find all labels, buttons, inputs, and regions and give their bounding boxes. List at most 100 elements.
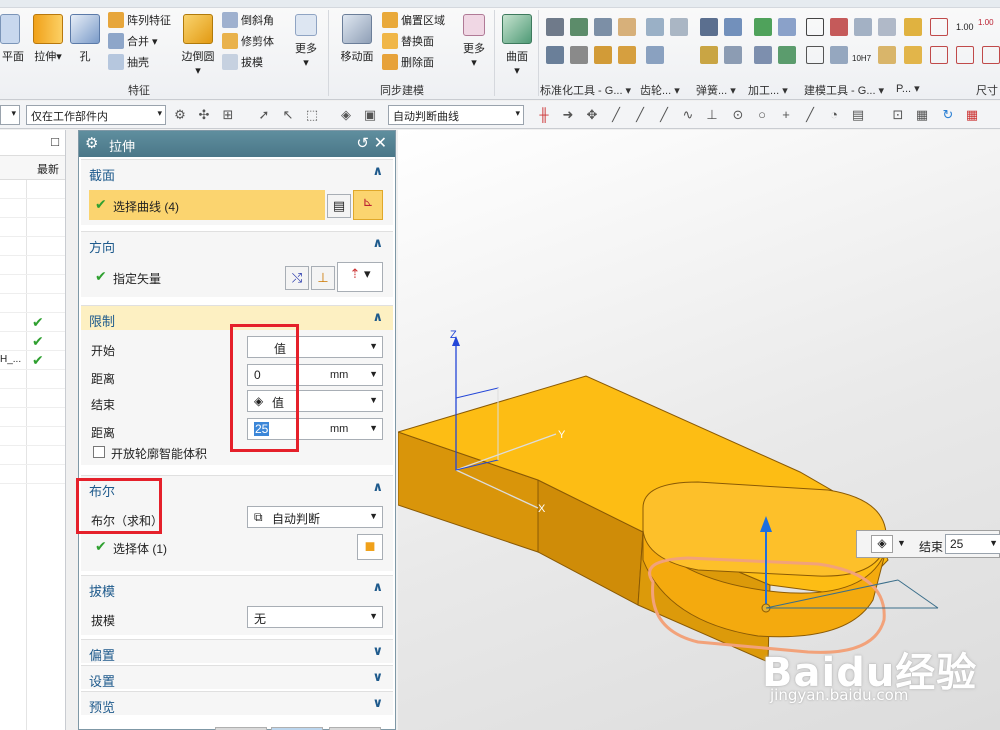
std-tool-icon[interactable] (570, 18, 588, 36)
select-body-button[interactable]: ■ (357, 534, 383, 560)
dimension-tool-icon[interactable] (956, 46, 974, 64)
chamfer-button[interactable]: 倒斜角 (222, 12, 274, 28)
table-row[interactable] (0, 180, 65, 199)
cube-icon[interactable]: ◈ (338, 107, 354, 123)
std-tool-icon[interactable] (546, 46, 564, 64)
zoom-icon[interactable]: ▦ (914, 107, 930, 123)
filter-icon[interactable]: ⚙ (172, 107, 188, 123)
modeling-tool-icon[interactable] (830, 18, 848, 36)
spring-tool-icon[interactable] (724, 46, 742, 64)
draft-dropdown[interactable]: 无 ▼ (247, 606, 383, 628)
std-tool-icon[interactable] (594, 46, 612, 64)
modeling-tool-icon[interactable] (854, 18, 872, 36)
std-tool-icon[interactable] (618, 18, 636, 36)
stop-at-intersection-icon[interactable]: ╫ (536, 107, 552, 123)
modeling-tool-icon[interactable] (878, 18, 896, 36)
open-profile-checkbox[interactable] (93, 446, 105, 458)
machining-tool-icon[interactable] (754, 18, 772, 36)
gear-tool-icon[interactable] (646, 46, 664, 64)
vector-dialog-button[interactable]: ⊥ (311, 266, 335, 290)
boolean-dropdown[interactable]: ⧉ 自动判断 ▼ (247, 506, 383, 528)
render-style-icon[interactable]: ▦ (964, 107, 980, 123)
type-filter-dropdown[interactable]: ▾ (0, 105, 20, 125)
chevron-down-icon[interactable]: ▼ (897, 538, 906, 548)
table-row[interactable] (0, 218, 65, 237)
arrow-icon[interactable]: ➚ (256, 107, 272, 123)
table-row[interactable]: H_... ✔ (0, 351, 65, 370)
p-tool-icon[interactable] (904, 18, 922, 36)
fit-view-icon[interactable]: ⊡ (890, 107, 906, 123)
replace-face-button[interactable]: 替换面 (382, 33, 434, 49)
spring-tool-icon[interactable] (700, 46, 718, 64)
machining-tool-icon[interactable] (778, 18, 796, 36)
more-sync-button[interactable]: 更多 ▾ (458, 14, 490, 69)
machining-tool-icon[interactable] (778, 46, 796, 64)
shell-button[interactable]: 抽壳 (108, 54, 149, 70)
triangle-icon[interactable] (806, 18, 824, 36)
latest-column-header[interactable]: 最新 (37, 161, 59, 177)
surface-button[interactable]: 曲面 ▾ (500, 14, 534, 77)
dimension-tool-icon[interactable] (982, 46, 1000, 64)
selection-scope-dropdown[interactable]: 仅在工作部件内 ▾ (26, 105, 166, 125)
extrude-button[interactable]: 拉伸▾ (30, 14, 66, 64)
reset-icon[interactable]: ↺ (356, 134, 369, 152)
combine-button[interactable]: 合并 ▾ (108, 33, 158, 49)
select-curve-row[interactable]: ✔ 选择曲线 (4) (89, 190, 325, 220)
follow-fillet-icon[interactable]: ➜ (560, 107, 576, 123)
table-row[interactable] (0, 199, 65, 218)
view-icon[interactable]: ◔ (826, 107, 842, 123)
select-point-icon[interactable]: ⊞ (220, 107, 236, 123)
snap-icon[interactable]: ✣ (196, 107, 212, 123)
section-header-offset[interactable]: 偏置 ∨ (81, 640, 393, 664)
dimension-value[interactable]: 1.00 (956, 22, 974, 32)
table-row[interactable]: ✔ (0, 332, 65, 351)
std-tool-icon[interactable] (618, 46, 636, 64)
maximize-icon[interactable]: □ (51, 134, 59, 149)
curve-rule-dropdown[interactable]: 自动判断曲线 ▾ (388, 105, 524, 125)
move-face-button[interactable]: 移动面 (336, 14, 378, 64)
section-header-preview[interactable]: 预览 ∨ (81, 692, 393, 716)
table-row[interactable] (0, 408, 65, 427)
circle-center-icon[interactable]: ⊙ (730, 107, 746, 123)
spring-tool-icon[interactable] (700, 18, 718, 36)
spring-tool-icon[interactable] (724, 18, 742, 36)
gear-tool-icon[interactable] (670, 18, 688, 36)
table-row[interactable] (0, 370, 65, 389)
line-icon[interactable]: ╱ (632, 107, 648, 123)
body-icon[interactable]: ▣ (362, 107, 378, 123)
delete-face-button[interactable]: 删除面 (382, 54, 434, 70)
table-row[interactable] (0, 237, 65, 256)
end-distance-onscreen-input[interactable]: 25 ▼ (945, 534, 1000, 554)
pattern-feature-button[interactable]: 阵列特征 (108, 12, 171, 28)
section-header-settings[interactable]: 设置 ∨ (81, 666, 393, 690)
table-row[interactable] (0, 446, 65, 465)
grid-icon[interactable]: ▤ (850, 107, 866, 123)
table-row[interactable] (0, 294, 65, 313)
machining-tool-icon[interactable] (754, 46, 772, 64)
std-tool-icon[interactable] (594, 18, 612, 36)
spline-icon[interactable]: ∿ (680, 107, 696, 123)
modeling-tool-icon[interactable] (806, 46, 824, 64)
offset-region-button[interactable]: 偏置区域 (382, 12, 445, 28)
vector-type-dropdown[interactable]: ⇡ ▾ (337, 262, 383, 292)
modeling-tool-icon[interactable] (878, 46, 896, 64)
table-row[interactable] (0, 275, 65, 294)
table-row[interactable] (0, 256, 65, 275)
table-row[interactable] (0, 465, 65, 484)
line-icon[interactable]: ╱ (656, 107, 672, 123)
rotate-icon[interactable]: ↻ (940, 107, 956, 123)
rect-select-icon[interactable]: ⬚ (304, 107, 320, 123)
dimension-tool-icon[interactable] (930, 46, 948, 64)
table-row[interactable]: ✔ (0, 313, 65, 332)
perpendicular-icon[interactable]: ⊥ (704, 107, 720, 123)
section-header-draft[interactable]: 拔模 ∧ (81, 576, 393, 600)
draft-button[interactable]: 拔模 (222, 54, 263, 70)
std-tool-icon[interactable] (546, 18, 564, 36)
sketch-section-button[interactable]: ▤ (327, 194, 351, 218)
snap-point-icon[interactable]: ✥ (584, 107, 600, 123)
gear-tool-icon[interactable] (646, 18, 664, 36)
gear-icon[interactable]: ⚙ (85, 134, 98, 152)
line-icon[interactable]: ╱ (802, 107, 818, 123)
trim-body-button[interactable]: 修剪体 (222, 33, 274, 49)
more-feature-button[interactable]: 更多 ▾ (290, 14, 322, 69)
